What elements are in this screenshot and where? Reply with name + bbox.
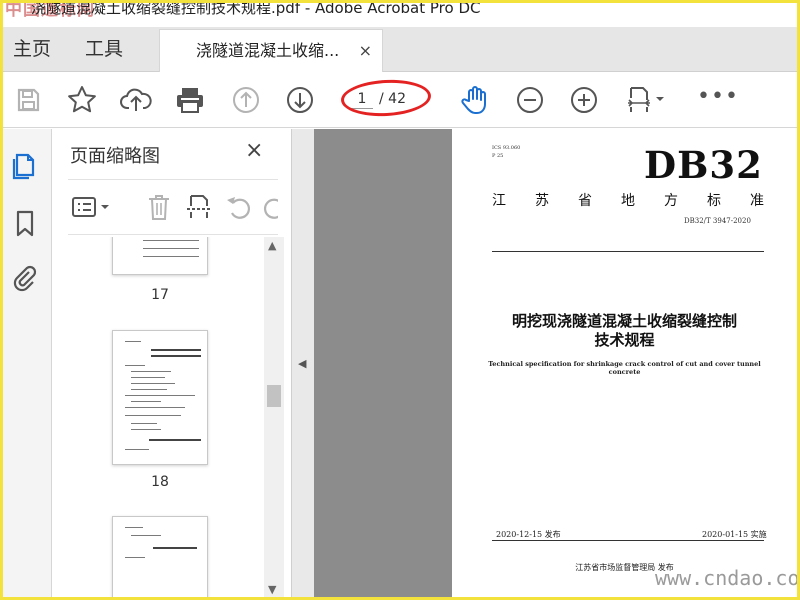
tab-document[interactable]: 浇隧道混凝土收缩... ×: [159, 29, 383, 72]
panel-title: 页面缩略图: [70, 146, 160, 167]
implementation-date: 2020-01-15 实施: [702, 530, 767, 539]
thumbnail-page-number: 18: [151, 474, 169, 490]
bookmark-star-icon[interactable]: [65, 83, 99, 117]
local-standard-char: 方: [664, 193, 678, 209]
local-standard-char: 江: [492, 193, 506, 209]
tab-home[interactable]: 主页: [13, 27, 51, 72]
page-current-input[interactable]: 1: [351, 90, 373, 109]
zoom-out-icon[interactable]: [513, 83, 547, 117]
scroll-down-icon[interactable]: ▼: [268, 583, 276, 596]
page-fit-icon[interactable]: [623, 83, 667, 117]
ics-number: ICS 93.060: [492, 145, 521, 151]
delete-page-icon[interactable]: [144, 192, 174, 222]
rotate-left-icon[interactable]: [224, 192, 254, 222]
thumbnail-page[interactable]: [112, 237, 208, 275]
collapse-panel-icon[interactable]: ◀: [298, 357, 306, 370]
document-view[interactable]: ICS 93.060 P 25 DB32 江 苏 省 地 方 标 准 DB32/…: [314, 129, 797, 597]
thumbnail-options-icon[interactable]: [70, 192, 114, 222]
panel-collapse-strip: ◀: [292, 129, 314, 597]
page-thumbnails-icon[interactable]: [9, 149, 41, 181]
document-tab-label: 浇隧道混凝土收缩...: [196, 41, 340, 60]
rotate-right-icon[interactable]: [260, 192, 278, 222]
zoom-in-icon[interactable]: [567, 83, 601, 117]
page-number-field[interactable]: 1 / 42: [343, 86, 427, 114]
local-standard-char: 准: [750, 193, 764, 209]
local-standard-char: 苏: [535, 193, 549, 209]
toolbar: 1 / 42 •••: [3, 72, 797, 128]
standard-code: DB32: [644, 143, 763, 187]
scroll-up-icon[interactable]: ▲: [268, 239, 276, 252]
ics-code: ICS 93.060 P 25: [492, 144, 520, 160]
attachment-icon[interactable]: [9, 263, 41, 295]
tab-tools[interactable]: 工具: [85, 27, 123, 72]
next-page-icon[interactable]: [283, 83, 317, 117]
page-total: / 42: [379, 91, 406, 107]
title-cn-line1: 明挖现浇隧道混凝土收缩裂缝控制: [511, 312, 737, 330]
thumbnail-scrollbar[interactable]: ▲ ▼: [264, 237, 284, 597]
cloud-upload-icon[interactable]: [119, 83, 153, 117]
tab-bar: 主页 工具 浇隧道混凝土收缩... ×: [3, 27, 797, 72]
local-standard-char: 省: [578, 193, 592, 209]
extract-page-icon[interactable]: [184, 192, 214, 222]
thumbnail-toolbar: [68, 179, 278, 235]
title-bar: 中国道标网 浇隧道混凝土收缩裂缝控制技术规程.pdf - Adobe Acrob…: [3, 3, 797, 27]
title-cn-line2: 技术规程: [594, 331, 655, 349]
thumbnail-list: 17 18: [52, 237, 264, 597]
bottom-rule: [492, 540, 764, 541]
thumbnail-page-number: 17: [151, 287, 169, 303]
save-icon[interactable]: [11, 83, 45, 117]
thumbnail-page[interactable]: [112, 516, 208, 597]
print-icon[interactable]: [173, 83, 207, 117]
pdf-page: ICS 93.060 P 25 DB32 江 苏 省 地 方 标 准 DB32/…: [452, 129, 797, 597]
close-icon[interactable]: ×: [359, 30, 372, 71]
panel-close-icon[interactable]: ×: [245, 138, 263, 163]
local-standard-char: 标: [707, 193, 721, 209]
bookmark-icon[interactable]: [9, 207, 41, 239]
category-code: P 25: [492, 153, 504, 159]
scrollbar-handle[interactable]: [267, 385, 281, 407]
watermark-site: www.cndao.com: [655, 566, 800, 590]
hand-tool-icon[interactable]: [458, 83, 492, 117]
local-standard-label: 江 苏 省 地 方 标 准: [492, 190, 764, 210]
left-rail: [3, 129, 52, 597]
title-en: Technical specification for shrinkage cr…: [488, 360, 761, 376]
thumbnails-panel: 页面缩略图 × 17 18 ▲ ▼: [52, 129, 292, 597]
more-icon[interactable]: •••: [697, 84, 739, 109]
thumbnail-page[interactable]: [112, 330, 208, 465]
window-title: 浇隧道混凝土收缩裂缝控制技术规程.pdf - Adobe Acrobat Pro…: [31, 3, 481, 17]
issue-date: 2020-12-15 发布: [496, 530, 561, 539]
local-standard-char: 地: [621, 193, 635, 209]
standard-number: DB32/T 3947-2020: [684, 217, 751, 225]
prev-page-icon[interactable]: [229, 83, 263, 117]
top-rule: [492, 251, 764, 252]
